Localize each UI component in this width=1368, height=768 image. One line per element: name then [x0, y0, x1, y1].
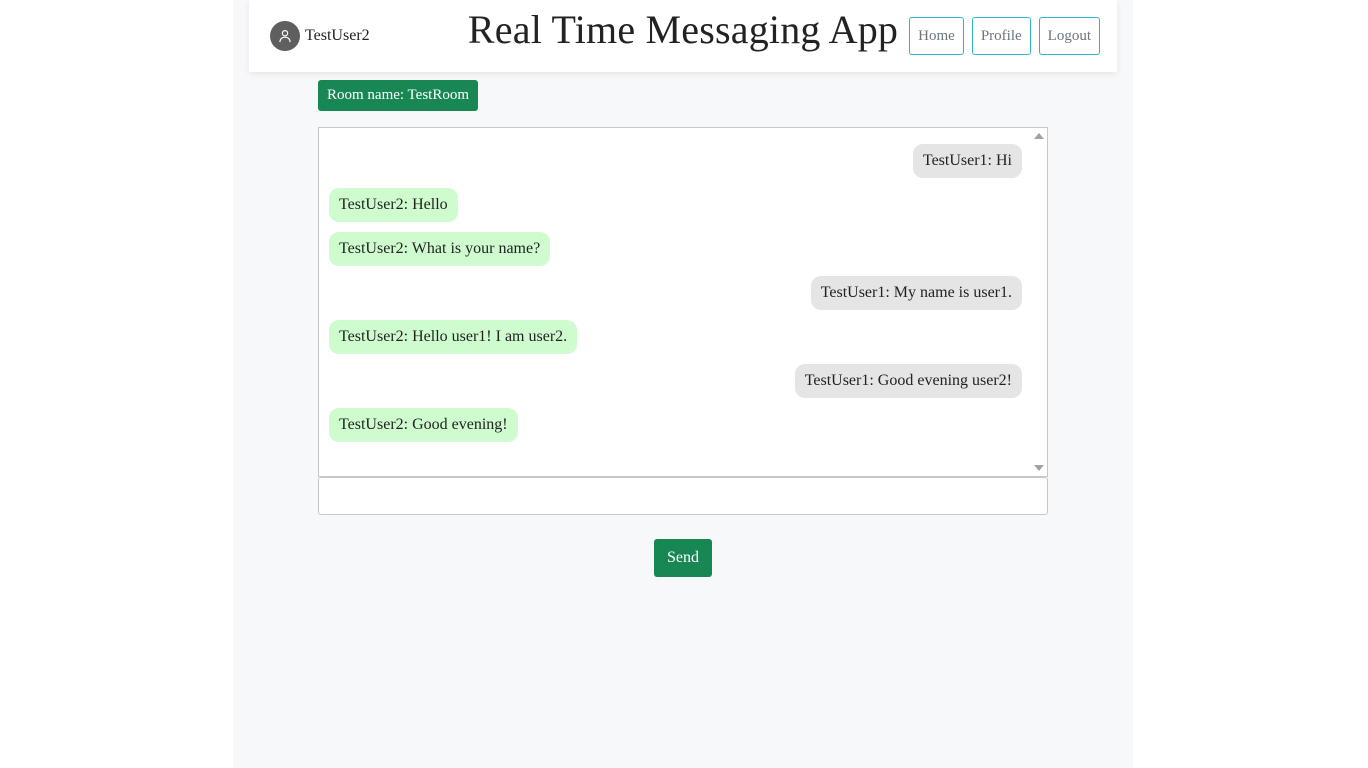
message-row: TestUser2: Hello user1! I am user2. [329, 320, 1022, 354]
nav-buttons: Home Profile Logout [909, 17, 1100, 55]
app-container: TestUser2 Real Time Messaging App Home P… [233, 0, 1133, 768]
message-bubble-own: TestUser2: Hello [329, 188, 458, 222]
message-bubble-own: TestUser2: Hello user1! I am user2. [329, 320, 578, 354]
message-list: TestUser1: Hi TestUser2: Hello TestUser2… [329, 144, 1022, 452]
message-bubble-own: TestUser2: Good evening! [329, 408, 518, 442]
message-row: TestUser2: What is your name? [329, 232, 1022, 266]
message-bubble-own: TestUser2: What is your name? [329, 232, 551, 266]
logout-button[interactable]: Logout [1038, 17, 1100, 55]
message-row: TestUser2: Good evening! [329, 408, 1022, 442]
chat-scrollbar[interactable] [1030, 128, 1047, 476]
chat-log[interactable]: TestUser1: Hi TestUser2: Hello TestUser2… [318, 127, 1048, 477]
profile-button[interactable]: Profile [971, 17, 1031, 55]
message-bubble-other: TestUser1: Hi [912, 144, 1022, 178]
message-row: TestUser2: Hello [329, 188, 1022, 222]
message-bubble-other: TestUser1: Good evening user2! [794, 364, 1022, 398]
send-button[interactable]: Send [654, 539, 712, 577]
message-input[interactable] [318, 477, 1048, 515]
navbar: TestUser2 Real Time Messaging App Home P… [249, 0, 1117, 72]
home-button[interactable]: Home [909, 17, 964, 55]
room-name-badge: Room name: TestRoom [318, 80, 479, 111]
message-row: TestUser1: My name is user1. [329, 276, 1022, 310]
message-row: TestUser1: Hi [329, 144, 1022, 178]
scroll-up-arrow-icon[interactable] [1034, 133, 1044, 139]
message-row: TestUser1: Good evening user2! [329, 364, 1022, 398]
message-bubble-other: TestUser1: My name is user1. [810, 276, 1022, 310]
scroll-down-arrow-icon[interactable] [1034, 465, 1044, 471]
